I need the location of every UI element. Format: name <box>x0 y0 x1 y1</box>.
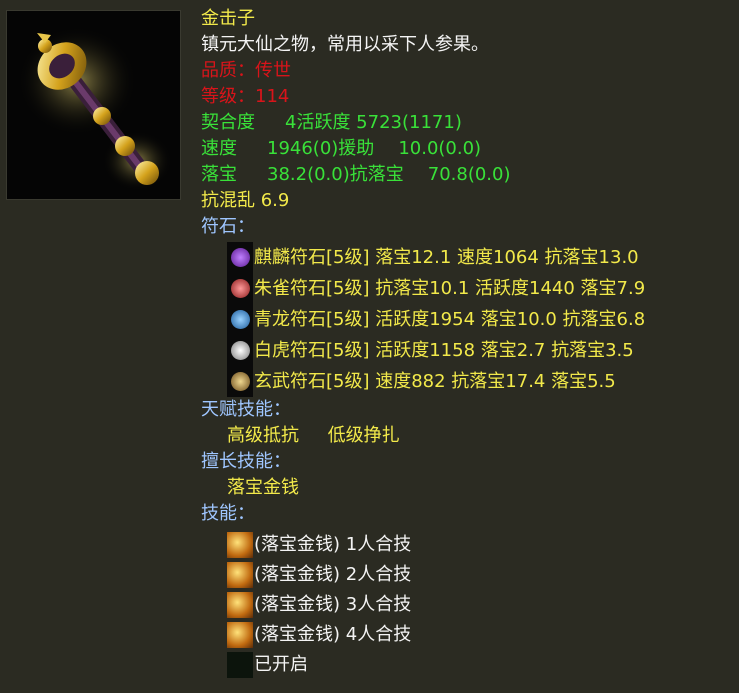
qilin-rune-icon <box>230 248 250 267</box>
stat-anti-chaos: 抗混乱 6.9 <box>201 190 290 211</box>
skill-text: (落宝金钱) 2人合技 <box>254 564 412 585</box>
runes-header: 符石： <box>201 216 255 237</box>
specialty-skill: 落宝金钱 <box>227 477 299 498</box>
skill-row[interactable]: (落宝金钱) 2人合技 <box>227 560 731 590</box>
stat-affinity-label: 契合度 <box>201 112 255 133</box>
rune-text: 麒麟符石[5级] 落宝12.1 速度1064 抗落宝13.0 <box>254 247 639 268</box>
skill-text: 已开启 <box>254 654 308 675</box>
rune-list: 麒麟符石[5级] 落宝12.1 速度1064 抗落宝13.0 朱雀符石[5级] … <box>227 242 731 397</box>
stat-speed-label: 速度 <box>201 138 237 159</box>
talent-skills: 高级抵抗 低级挣扎 <box>227 425 400 446</box>
item-level: 等级：114 <box>201 86 290 107</box>
rune-text: 玄武符石[5级] 速度882 抗落宝17.4 落宝5.5 <box>254 371 616 392</box>
stat-anti-loot-value: 70.8(0.0) <box>427 164 511 185</box>
stat-affinity-row: 契合度 4活跃度 5723(1171) <box>201 110 731 136</box>
golden-mallet-icon <box>17 26 172 191</box>
gold-coin-skill-icon <box>227 562 253 588</box>
stat-speed-row: 速度 1946(0)援助 10.0(0.0) <box>201 136 731 162</box>
gold-coin-skill-icon <box>227 622 253 648</box>
stat-speed-value: 1946(0)援助 <box>267 138 375 159</box>
rune-row[interactable]: 青龙符石[5级] 活跃度1954 落宝10.0 抗落宝6.8 <box>227 304 731 335</box>
talent-header: 天赋技能： <box>201 399 291 420</box>
rune-text: 朱雀符石[5级] 抗落宝10.1 活跃度1440 落宝7.9 <box>254 278 646 299</box>
item-quality: 品质：传世 <box>201 60 291 81</box>
stat-loot-value: 38.2(0.0)抗落宝 <box>267 164 404 185</box>
item-description: 镇元大仙之物，常用以采下人参果。 <box>201 34 489 55</box>
skill-text: (落宝金钱) 4人合技 <box>254 624 412 645</box>
rune-text: 青龙符石[5级] 活跃度1954 落宝10.0 抗落宝6.8 <box>254 309 646 330</box>
skill-row[interactable]: (落宝金钱) 3人合技 <box>227 590 731 620</box>
specialty-header: 擅长技能： <box>201 451 291 472</box>
skill-text: (落宝金钱) 1人合技 <box>254 534 412 555</box>
skills-header: 技能： <box>201 503 255 524</box>
rune-row[interactable]: 玄武符石[5级] 速度882 抗落宝17.4 落宝5.5 <box>227 366 731 397</box>
rune-row[interactable]: 朱雀符石[5级] 抗落宝10.1 活跃度1440 落宝7.9 <box>227 273 731 304</box>
xuanwu-rune-icon <box>230 372 250 391</box>
gold-coin-skill-icon <box>227 592 253 618</box>
zhuque-rune-icon <box>230 279 250 298</box>
skill-list: (落宝金钱) 1人合技 (落宝金钱) 2人合技 (落宝金钱) 3人合技 (落宝金… <box>227 530 731 680</box>
stat-assist-value: 10.0(0.0) <box>398 138 482 159</box>
skill-row-locked[interactable]: 已开启 <box>227 650 731 680</box>
rune-text: 白虎符石[5级] 活跃度1158 落宝2.7 抗落宝3.5 <box>254 340 634 361</box>
stat-loot-label: 落宝 <box>201 164 237 185</box>
gold-coin-skill-icon <box>227 532 253 558</box>
skill-text: (落宝金钱) 3人合技 <box>254 594 412 615</box>
item-tooltip-panel: 金击子 镇元大仙之物，常用以采下人参果。 品质：传世 等级：114 契合度 4活跃… <box>0 0 739 693</box>
item-details: 金击子 镇元大仙之物，常用以采下人参果。 品质：传世 等级：114 契合度 4活跃… <box>201 6 731 680</box>
stat-affinity-value: 4活跃度 5723(1171) <box>285 112 462 133</box>
skill-row[interactable]: (落宝金钱) 4人合技 <box>227 620 731 650</box>
baihu-rune-icon <box>230 341 250 360</box>
qinglong-rune-icon <box>230 310 250 329</box>
stat-loot-row: 落宝 38.2(0.0)抗落宝 70.8(0.0) <box>201 162 731 188</box>
skill-row[interactable]: (落宝金钱) 1人合技 <box>227 530 731 560</box>
rune-row[interactable]: 麒麟符石[5级] 落宝12.1 速度1064 抗落宝13.0 <box>227 242 731 273</box>
item-name: 金击子 <box>201 8 255 29</box>
locked-slot-icon <box>227 652 253 678</box>
item-portrait <box>6 10 181 200</box>
rune-row[interactable]: 白虎符石[5级] 活跃度1158 落宝2.7 抗落宝3.5 <box>227 335 731 366</box>
